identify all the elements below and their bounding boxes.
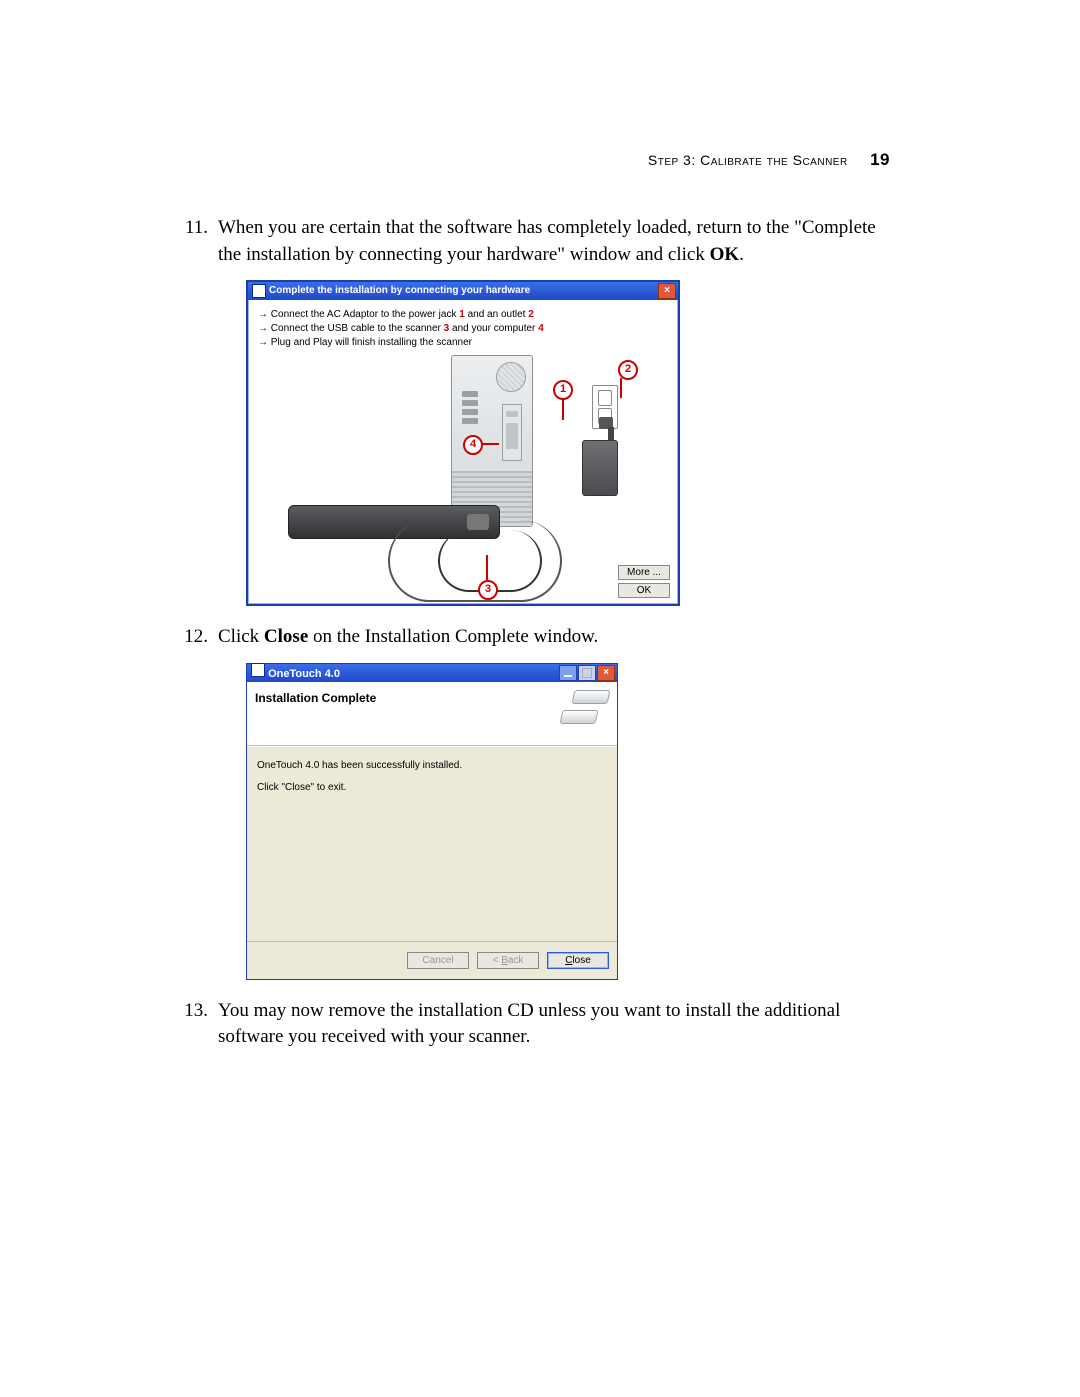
installer-header-panel: Installation Complete (247, 682, 617, 746)
section-label: Step 3: Calibrate the Scanner (648, 152, 848, 168)
more-button[interactable]: More ... (618, 565, 670, 580)
installer-titlebar: OneTouch 4.0 × (247, 664, 617, 682)
step-11: 11. When you are certain that the softwa… (190, 215, 890, 606)
back-button: < Back (477, 952, 539, 969)
installer-heading: Installation Complete (255, 690, 376, 707)
step-number: 12. (168, 624, 208, 651)
dialog-body: Connect the AC Adaptor to the power jack… (248, 300, 678, 604)
dialog-title: Complete the installation by connecting … (269, 282, 530, 300)
figure-hardware-dialog: Complete the installation by connecting … (246, 280, 890, 606)
page-number: 19 (870, 150, 890, 169)
installer-message-1: OneTouch 4.0 has been successfully insta… (257, 759, 607, 773)
maximize-icon (578, 665, 596, 681)
ok-button[interactable]: OK (618, 583, 670, 598)
hardware-dialog: Complete the installation by connecting … (246, 280, 680, 606)
step-13: 13. You may now remove the installation … (190, 998, 890, 1051)
close-button[interactable]: Close (547, 952, 609, 969)
installer-app-icon (251, 663, 265, 677)
close-icon[interactable]: × (597, 665, 615, 681)
figure-installer-dialog: OneTouch 4.0 × Installation Complete (246, 663, 890, 980)
window-controls: × (559, 665, 615, 681)
step-number: 11. (168, 215, 208, 242)
step-12: 12. Click Close on the Installation Comp… (190, 624, 890, 980)
hardware-diagram: 1 2 3 4 (288, 355, 668, 572)
callout-2: 2 (618, 360, 638, 380)
installer-body: OneTouch 4.0 has been successfully insta… (247, 746, 617, 941)
ac-adapter-icon (582, 440, 618, 496)
step-list: 11. When you are certain that the softwa… (190, 215, 890, 1051)
step-number: 13. (168, 998, 208, 1025)
step-text: Click Close on the Installation Complete… (218, 626, 598, 647)
instruction-list: Connect the AC Adaptor to the power jack… (258, 308, 668, 350)
instruction-1: Connect the AC Adaptor to the power jack… (258, 308, 668, 322)
cancel-button: Cancel (407, 952, 469, 969)
page-header: Step 3: Calibrate the Scanner 19 (190, 150, 890, 170)
instruction-2: Connect the USB cable to the scanner 3 a… (258, 322, 668, 336)
close-icon[interactable]: × (658, 283, 676, 299)
instruction-3: Plug and Play will finish installing the… (258, 336, 668, 350)
scanner-icon (561, 690, 609, 724)
dialog-titlebar: Complete the installation by connecting … (248, 282, 678, 300)
installer-footer: Cancel < Back Close (247, 941, 617, 979)
installer-title: OneTouch 4.0 (268, 668, 340, 680)
dialog-app-icon (252, 284, 266, 298)
step-text: You may now remove the installation CD u… (218, 1000, 840, 1048)
installer-message-2: Click "Close" to exit. (257, 781, 607, 795)
dialog-button-bar: More ... OK (618, 565, 670, 598)
minimize-icon[interactable] (559, 665, 577, 681)
installer-dialog: OneTouch 4.0 × Installation Complete (246, 663, 618, 980)
callout-1: 1 (553, 380, 573, 400)
step-text: When you are certain that the software h… (218, 217, 876, 265)
